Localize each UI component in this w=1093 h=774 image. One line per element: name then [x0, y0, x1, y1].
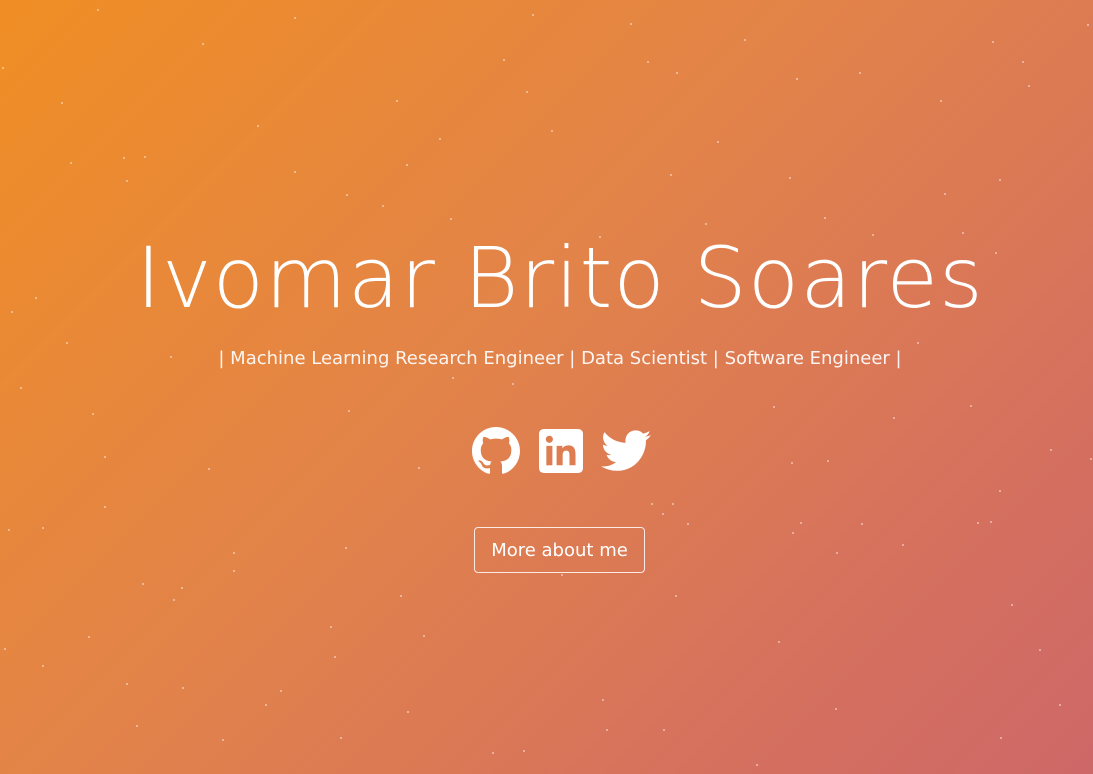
linkedin-icon — [539, 429, 583, 473]
hero-tagline: | Machine Learning Research Engineer | D… — [218, 348, 902, 369]
github-link[interactable] — [471, 425, 521, 477]
linkedin-link[interactable] — [536, 425, 586, 477]
github-icon — [472, 427, 520, 475]
hero-name: Ivomar Brito Soares — [136, 229, 984, 327]
twitter-icon — [601, 430, 651, 472]
hero-section: Ivomar Brito Soares | Machine Learning R… — [0, 0, 1093, 774]
more-about-me-button[interactable]: More about me — [474, 527, 645, 573]
twitter-link[interactable] — [601, 425, 651, 477]
social-links — [471, 425, 651, 477]
